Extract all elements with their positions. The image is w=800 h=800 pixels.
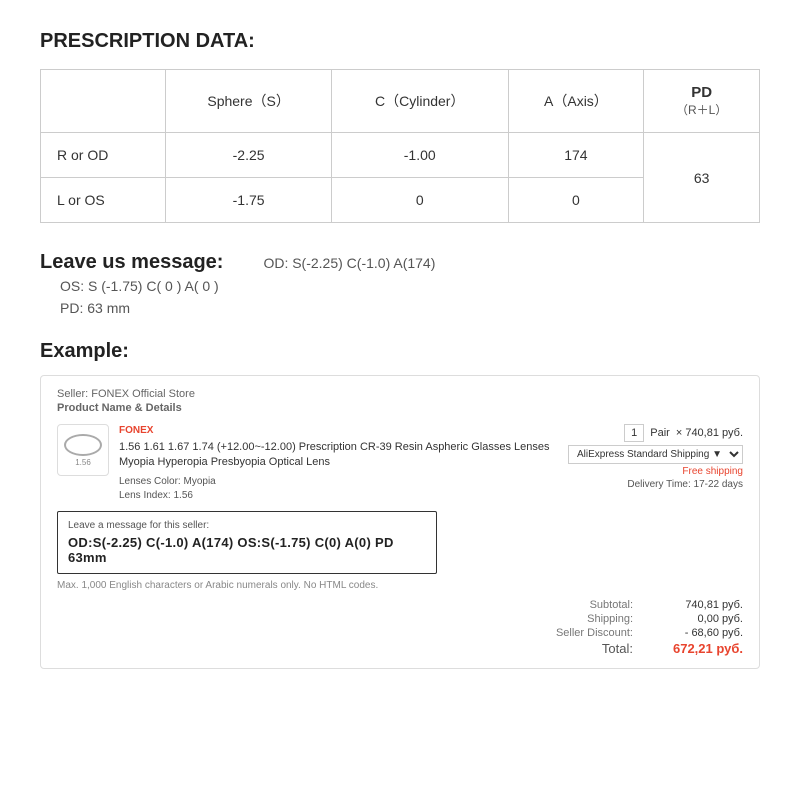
col-sphere: Sphere（S）: [166, 70, 332, 133]
message-area-label: Leave a message for this seller:: [68, 520, 426, 531]
product-name: 1.56 1.61 1.67 1.74 (+12.00~-12.00) Pres…: [119, 440, 558, 471]
free-shipping-label: Free shipping: [682, 466, 743, 477]
message-hint: Max. 1,000 English characters or Arabic …: [57, 580, 437, 591]
subtotal-label: Subtotal:: [590, 599, 633, 611]
table-row: R or OD -2.25 -1.00 174 63: [41, 133, 760, 178]
example-title: Example:: [40, 340, 760, 363]
message-area: Leave a message for this seller: OD:S(-2…: [57, 511, 437, 574]
page-title: PRESCRIPTION DATA:: [40, 30, 760, 53]
col-eye: [41, 70, 166, 133]
shipping-label: Shipping:: [587, 613, 633, 625]
discount-label: Seller Discount:: [556, 627, 633, 639]
qty-price-row: 1 Pair × 740,81 руб.: [624, 424, 743, 442]
product-right-panel: 1 Pair × 740,81 руб. AliExpress Standard…: [568, 424, 743, 490]
message-line-os: OS: S (-1.75) C( 0 ) A( 0 ): [60, 278, 760, 294]
example-seller: Seller: FONEX Official Store: [57, 388, 743, 400]
eye-label-od: R or OD: [41, 133, 166, 178]
message-area-text: OD:S(-2.25) C(-1.0) A(174) OS:S(-1.75) C…: [68, 535, 426, 565]
leave-message-label: Leave us message:: [40, 251, 223, 274]
subtotal-row: Subtotal: 740,81 руб.: [590, 599, 743, 611]
lens-index-value: 1.56: [174, 490, 193, 501]
total-value: 672,21 руб.: [663, 641, 743, 656]
grand-total-row: Total: 672,21 руб.: [602, 641, 743, 656]
totals-section: Subtotal: 740,81 руб. Shipping: 0,00 руб…: [57, 599, 743, 656]
message-line-pd: PD: 63 mm: [60, 300, 760, 316]
qty-box: 1: [624, 424, 644, 442]
pd-value: 63: [644, 133, 760, 223]
col-pd: PD （R＋L）: [644, 70, 760, 133]
discount-row: Seller Discount: - 68,60 руб.: [556, 627, 743, 639]
lens-color-label: Lenses Color:: [119, 476, 181, 487]
product-brand: FONEX: [119, 424, 558, 438]
lens-color-value: Myopia: [183, 476, 215, 487]
shipping-select[interactable]: AliExpress Standard Shipping ▼: [568, 445, 743, 464]
example-section: Example: Seller: FONEX Official Store Pr…: [40, 340, 760, 669]
product-thumbnail: 1.56: [57, 424, 109, 476]
example-product-label: Product Name & Details: [57, 402, 743, 414]
shipping-row: Shipping: 0,00 руб.: [587, 613, 743, 625]
eye-label-os: L or OS: [41, 178, 166, 223]
lens-icon: [64, 434, 102, 456]
product-attrs: Lenses Color: Myopia Lens Index: 1.56: [119, 475, 558, 503]
col-cylinder: C（Cylinder）: [331, 70, 508, 133]
product-description: FONEX 1.56 1.61 1.67 1.74 (+12.00~-12.00…: [119, 424, 558, 503]
cylinder-od: -1.00: [331, 133, 508, 178]
delivery-time: Delivery Time: 17-22 days: [627, 479, 743, 490]
message-line-od: OD: S(-2.25) C(-1.0) A(174): [263, 255, 435, 271]
axis-os: 0: [508, 178, 644, 223]
sphere-os: -1.75: [166, 178, 332, 223]
cylinder-os: 0: [331, 178, 508, 223]
example-box: Seller: FONEX Official Store Product Nam…: [40, 375, 760, 669]
price-value: × 740,81 руб.: [676, 427, 743, 439]
axis-od: 174: [508, 133, 644, 178]
unit-label: Pair: [650, 427, 670, 439]
discount-value: - 68,60 руб.: [663, 627, 743, 639]
subtotal-value: 740,81 руб.: [663, 599, 743, 611]
total-label: Total:: [602, 641, 633, 656]
lens-label: 1.56: [64, 458, 102, 467]
leave-message-section: Leave us message: OD: S(-2.25) C(-1.0) A…: [40, 251, 760, 316]
lens-index-label: Lens Index:: [119, 490, 171, 501]
sphere-od: -2.25: [166, 133, 332, 178]
shipping-value: 0,00 руб.: [663, 613, 743, 625]
prescription-table: Sphere（S） C（Cylinder） A（Axis） PD （R＋L） R…: [40, 69, 760, 223]
col-axis: A（Axis）: [508, 70, 644, 133]
